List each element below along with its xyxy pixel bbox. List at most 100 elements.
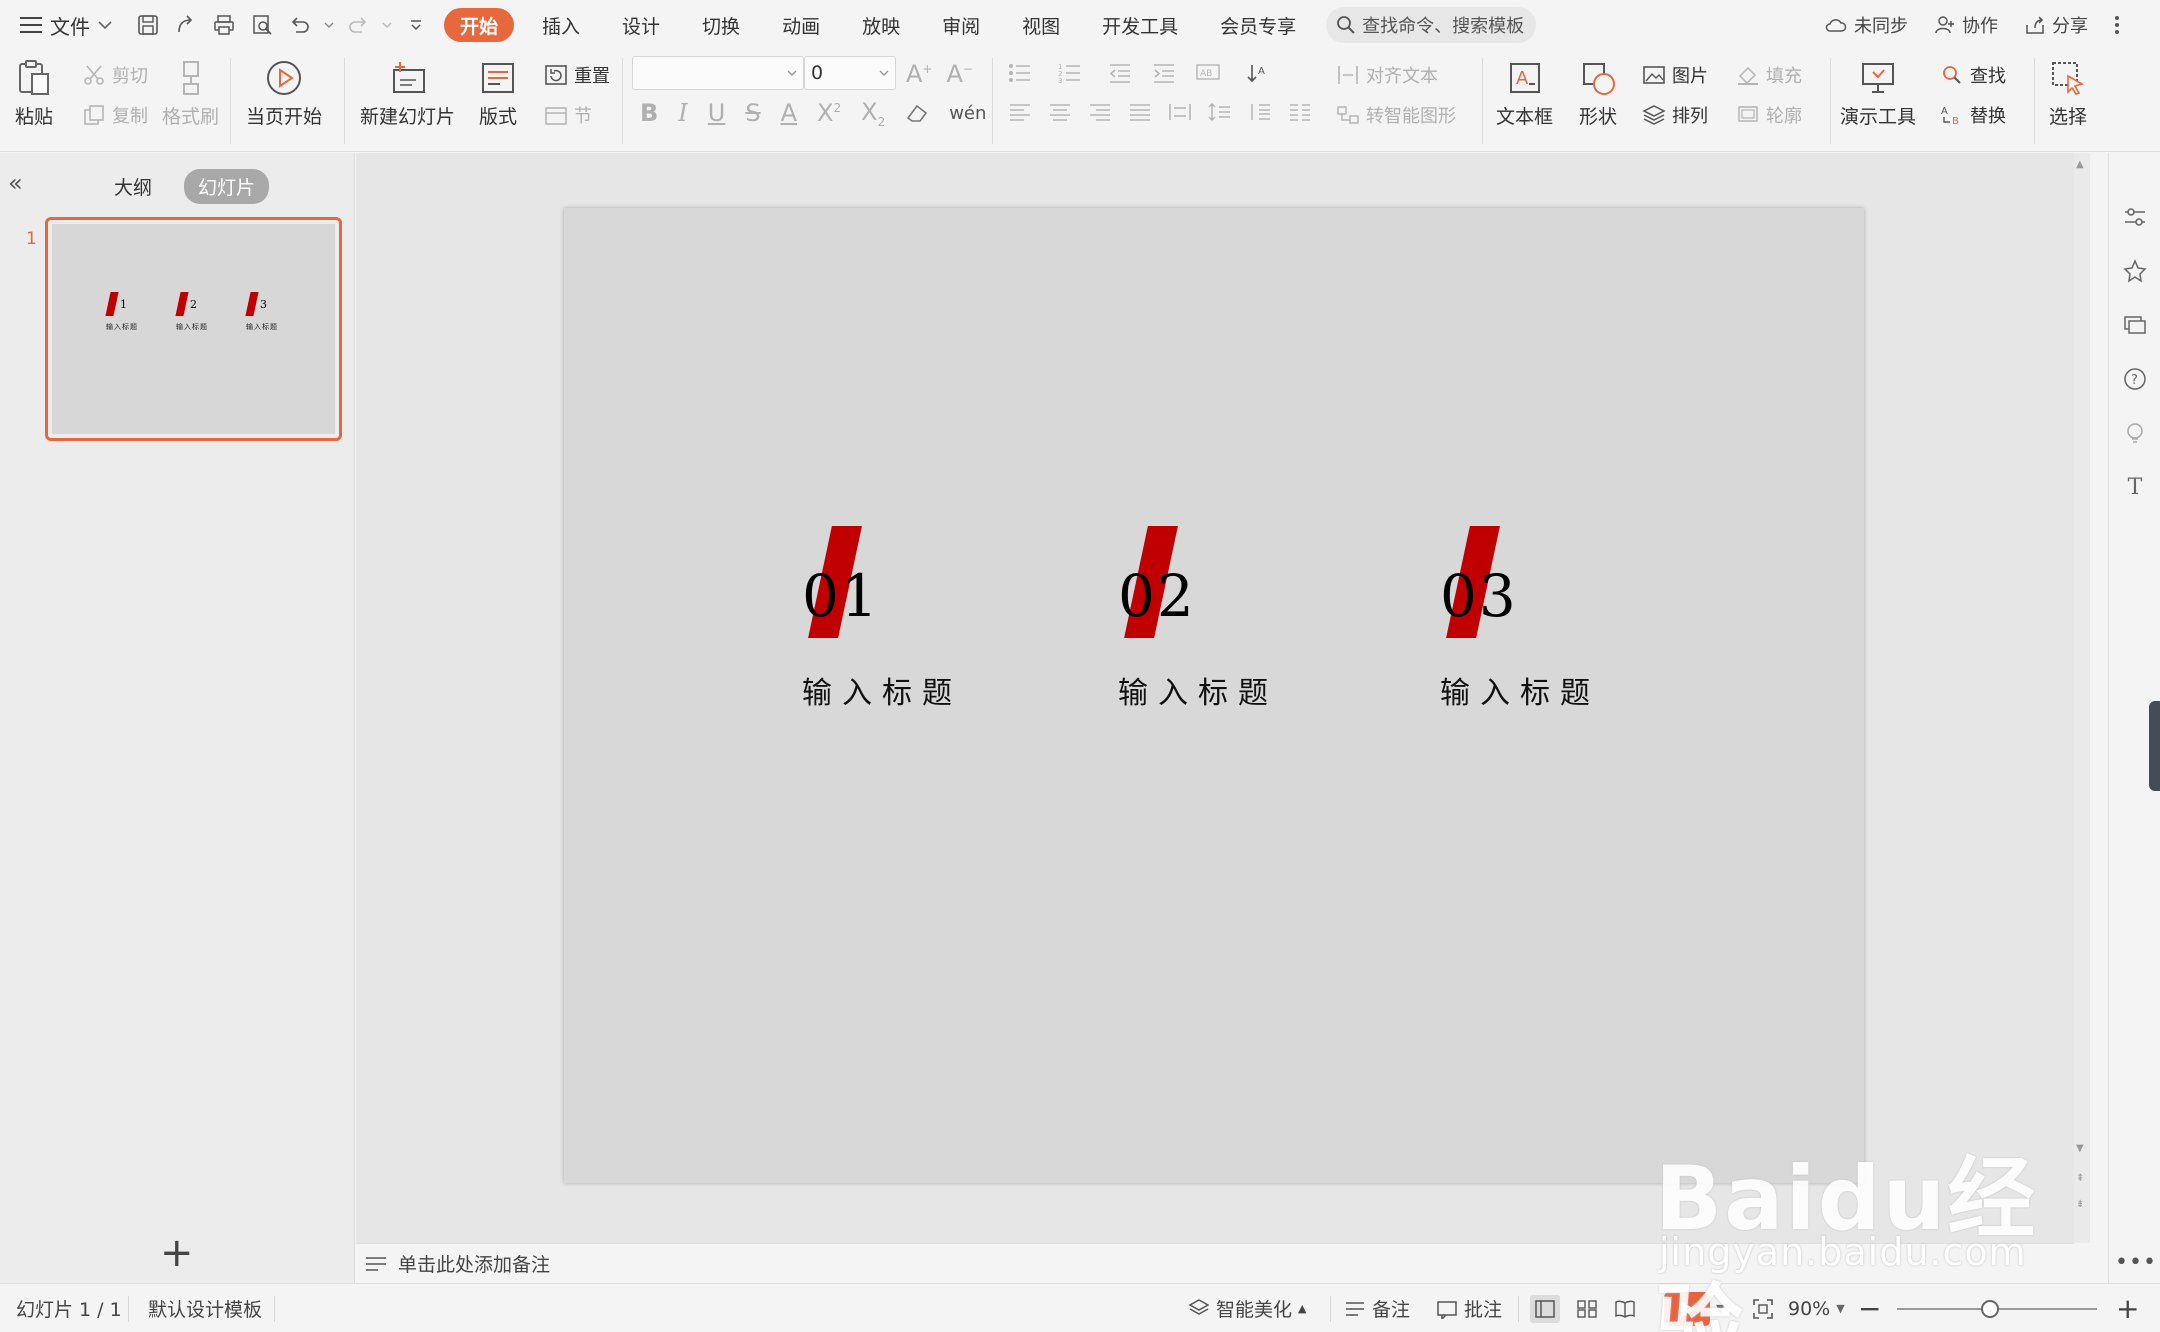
scroll-up-icon[interactable]: ▲ (2076, 159, 2084, 170)
tab-view[interactable]: 视图 (1008, 8, 1074, 42)
scroll-down-icon[interactable]: ▼ (2076, 1143, 2084, 1154)
chevron-down-icon[interactable]: ▼ (1716, 1302, 1724, 1315)
tab-slideshow[interactable]: 放映 (848, 8, 914, 42)
notes-toggle[interactable]: 备注 (1344, 1284, 1410, 1332)
new-slide-button[interactable]: 新建幻灯片 (360, 58, 455, 129)
numbered-list-icon[interactable]: 123 (1058, 62, 1088, 84)
collab-button[interactable]: 协作 (1934, 12, 1998, 38)
comments-toggle[interactable]: 批注 (1436, 1284, 1502, 1332)
columns-icon[interactable] (1288, 102, 1312, 122)
slide-transition-icon[interactable] (2121, 311, 2149, 339)
section-button[interactable]: 节 (544, 102, 592, 128)
template-name[interactable]: 默认设计模板 (148, 1284, 262, 1332)
convert-smartart-button[interactable]: 转智能图形 (1336, 102, 1456, 128)
beautify-button[interactable]: 智能美化 ▲ (1188, 1284, 1306, 1332)
more-horizontal-icon[interactable]: ••• (2115, 1250, 2157, 1275)
tab-design[interactable]: 设计 (608, 8, 674, 42)
slide-item[interactable]: 02 输入标题 (1118, 526, 1418, 756)
sort-icon[interactable]: A (1246, 62, 1272, 84)
layout-button[interactable]: 版式 (478, 58, 518, 129)
italic-icon[interactable]: I (678, 99, 687, 127)
tab-slides[interactable]: 幻灯片 (184, 169, 270, 204)
undo-icon[interactable] (286, 11, 314, 39)
strikethrough-icon[interactable]: S (745, 99, 760, 127)
font-family-select[interactable] (632, 56, 804, 90)
slide-item-title[interactable]: 输入标题 (802, 668, 962, 712)
fit-window-button[interactable] (1752, 1284, 1774, 1332)
more-menu-button[interactable] (2114, 15, 2120, 35)
tab-review[interactable]: 审阅 (928, 8, 994, 42)
undo-dropdown-icon[interactable] (324, 11, 334, 39)
align-left-icon[interactable] (1008, 102, 1032, 122)
find-button[interactable]: 查找 (1940, 62, 2006, 88)
help-icon[interactable]: ? (2121, 365, 2149, 393)
reset-button[interactable]: 重置 (544, 62, 610, 88)
collapse-panel-icon[interactable]: « (8, 169, 23, 197)
slide[interactable]: 01 输入标题 02 输入标题 03 输入标题 (564, 208, 1864, 1183)
presenter-tools-button[interactable]: 演示工具 (1840, 58, 1916, 129)
next-slide-icon[interactable]: ⇟ (2076, 1199, 2084, 1210)
align-right-icon[interactable] (1088, 102, 1112, 122)
normal-view-icon[interactable] (1530, 1294, 1560, 1323)
prev-slide-icon[interactable]: ⇞ (2076, 1173, 2084, 1184)
tab-animations[interactable]: 动画 (768, 8, 834, 42)
zoom-slider[interactable] (1897, 1300, 2097, 1318)
select-button[interactable]: 选择 (2048, 58, 2088, 129)
slide-item[interactable]: 03 输入标题 (1440, 526, 1740, 756)
tab-outline[interactable]: 大纲 (100, 169, 166, 204)
align-center-icon[interactable] (1048, 102, 1072, 122)
share-button[interactable]: 分享 (2024, 12, 2088, 38)
slide-item-number[interactable]: 03 (1440, 562, 1518, 630)
text-direction-icon[interactable]: AB (1196, 62, 1226, 84)
lightbulb-icon[interactable] (2121, 419, 2149, 447)
add-slide-icon[interactable]: + (160, 1233, 194, 1273)
slide-sorter-icon[interactable] (1576, 1299, 1598, 1319)
print-icon[interactable] (210, 11, 238, 39)
customize-toolbar-icon[interactable] (402, 11, 430, 39)
tab-transitions[interactable]: 切换 (688, 8, 754, 42)
picture-button[interactable]: 图片 (1642, 62, 1708, 88)
slide-item-title[interactable]: 输入标题 (1440, 668, 1600, 712)
zoom-out-icon[interactable]: − (1858, 1284, 1881, 1332)
save-icon[interactable] (134, 11, 162, 39)
arrange-button[interactable]: 排列 (1642, 102, 1708, 128)
increase-font-icon[interactable]: A+ (906, 60, 932, 88)
animation-pane-icon[interactable] (2121, 257, 2149, 285)
play-from-current-button[interactable]: 当页开始 (246, 58, 322, 129)
slide-item-number[interactable]: 02 (1118, 562, 1196, 630)
slide-item-title[interactable]: 输入标题 (1118, 668, 1278, 712)
decrease-font-icon[interactable]: A− (946, 60, 972, 88)
tab-insert[interactable]: 插入 (528, 8, 594, 42)
tab-home[interactable]: 开始 (444, 8, 515, 42)
vertical-scrollbar[interactable]: ▲ ▼ ⇞ ⇟ (2074, 153, 2090, 1243)
paragraph-spacing-icon[interactable] (1248, 102, 1272, 122)
justify-icon[interactable] (1128, 102, 1152, 122)
copy-button[interactable]: 复制 (82, 102, 148, 128)
sync-button[interactable]: 未同步 (1824, 12, 1908, 38)
zoom-level[interactable]: 90% ▼ (1788, 1284, 1845, 1332)
decrease-indent-icon[interactable] (1108, 62, 1132, 84)
font-size-select[interactable]: 0 (804, 56, 896, 90)
start-slideshow-button[interactable]: ▼ (1664, 1284, 1724, 1332)
replace-button[interactable]: AB 替换 (1940, 102, 2006, 128)
slide-thumbnail[interactable]: 1 输入标题 2 输入标题 3 输入标题 (45, 217, 342, 441)
format-painter-button[interactable]: 格式刷 (162, 58, 219, 129)
line-spacing-icon[interactable] (1208, 102, 1232, 122)
notes-bar[interactable]: 单击此处添加备注 (356, 1243, 2074, 1283)
text-style-icon[interactable]: T (2121, 473, 2149, 501)
superscript-icon[interactable]: X2 (817, 99, 841, 127)
fill-button[interactable]: 填充 (1736, 62, 1802, 88)
redo-dropdown-icon[interactable] (382, 11, 392, 39)
eraser-icon[interactable] (905, 102, 929, 124)
phonetic-guide-icon[interactable]: wén (949, 103, 986, 124)
align-text-button[interactable]: 对齐文本 (1336, 62, 1438, 88)
file-menu[interactable]: 文件 (0, 5, 120, 45)
command-search[interactable]: 查找命令、搜索模板 (1326, 7, 1537, 43)
reading-view-icon[interactable] (1614, 1299, 1636, 1319)
redo-icon[interactable] (344, 11, 372, 39)
zoom-in-icon[interactable]: + (2116, 1284, 2139, 1332)
tab-developer[interactable]: 开发工具 (1088, 8, 1192, 42)
print-preview-icon[interactable] (248, 11, 276, 39)
shape-button[interactable]: 形状 (1578, 58, 1618, 129)
zoom-slider-handle[interactable] (1981, 1300, 1999, 1318)
